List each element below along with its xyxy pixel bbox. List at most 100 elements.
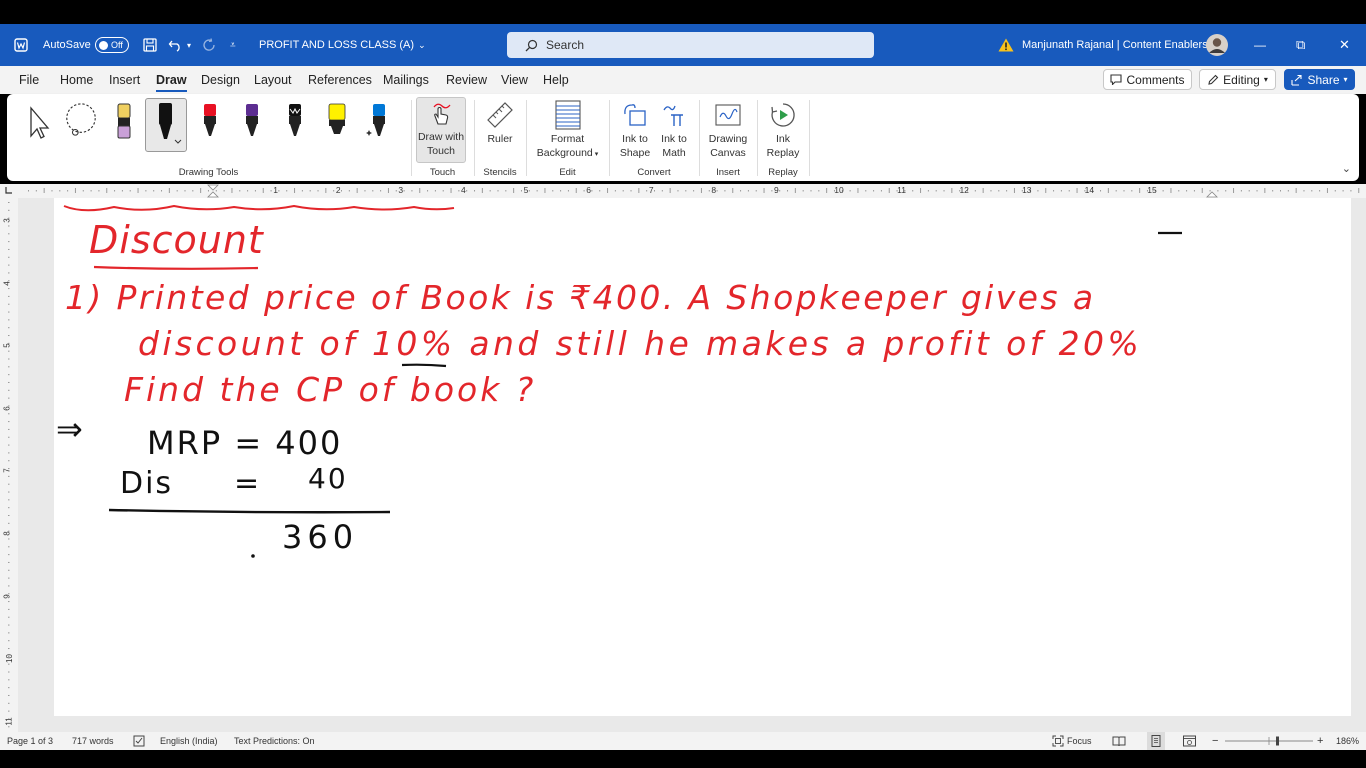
proofing-icon[interactable] <box>133 732 145 750</box>
ribbon-separator <box>809 100 810 176</box>
tab-references[interactable]: References <box>308 66 372 94</box>
edit-group: Format Background ▾ Edit <box>527 94 608 181</box>
tab-insert[interactable]: Insert <box>109 66 140 94</box>
ink-to-math-button[interactable]: Ink to Math <box>655 98 693 160</box>
cut-off-ink-stroke <box>63 204 455 212</box>
replay-group: Ink Replay Replay <box>758 94 808 181</box>
word-count[interactable]: 717 words <box>72 732 114 750</box>
format-background-button[interactable]: Format Background ▾ <box>527 98 608 162</box>
ink-to-math-line2: Math <box>662 147 686 159</box>
ink-replay-line1: Ink <box>775 133 790 145</box>
read-mode-icon[interactable] <box>1112 732 1126 750</box>
tab-home[interactable]: Home <box>60 66 93 94</box>
pen-galaxy-black[interactable] <box>277 100 313 148</box>
ruler-button[interactable]: Ruler <box>475 98 525 146</box>
heading-underline <box>93 265 259 270</box>
dis-label: Dis <box>120 466 174 501</box>
mrp-line: MRP = 400 <box>147 424 343 462</box>
save-icon[interactable] <box>143 24 157 66</box>
print-layout-icon[interactable] <box>1147 732 1165 750</box>
insert-label: Insert <box>716 167 740 178</box>
format-background-chevron-icon: ▾ <box>592 151 599 158</box>
tab-layout[interactable]: Layout <box>254 66 292 94</box>
zoom-in-button[interactable]: + <box>1317 732 1323 750</box>
web-layout-icon[interactable] <box>1183 732 1196 750</box>
editing-label: Editing <box>1223 72 1260 87</box>
vruler-number: 9 <box>2 593 12 599</box>
word-app-icon[interactable] <box>14 24 28 66</box>
question-line-1: 1) Printed price of Book is ₹400. A Shop… <box>65 278 1096 317</box>
vertical-ruler[interactable]: 3 4 5 6 7 8 9 10 11 <box>0 198 18 732</box>
draw-with-touch-button[interactable]: Draw with Touch <box>416 97 466 163</box>
vruler-number: 8 <box>2 531 12 536</box>
search-box[interactable]: Search <box>507 32 874 58</box>
highlighter-yellow[interactable] <box>319 100 355 148</box>
close-button[interactable]: ✕ <box>1339 24 1350 66</box>
ruler-number: 12 <box>959 185 969 195</box>
editing-mode-button[interactable]: Editing ▾ <box>1199 69 1276 90</box>
ink-to-shape-icon <box>616 98 654 132</box>
edit-label: Edit <box>559 167 576 178</box>
convert-group: Ink to Shape Ink to Math Convert <box>610 94 698 181</box>
pen-red[interactable] <box>192 100 228 148</box>
text-predictions[interactable]: Text Predictions: On <box>234 732 315 750</box>
minimize-button[interactable]: — <box>1254 24 1266 66</box>
customize-toolbar-icon[interactable]: ⩡ <box>230 24 236 66</box>
tab-help[interactable]: Help <box>543 66 569 94</box>
format-background-icon <box>527 98 608 132</box>
restore-button[interactable]: ⧉ <box>1296 24 1305 66</box>
top-black-bar <box>0 0 1366 24</box>
undo-dropdown-icon[interactable]: ▾ <box>187 24 191 66</box>
zoom-level[interactable]: 186% <box>1336 732 1359 750</box>
drawing-canvas-icon <box>700 98 756 132</box>
tab-mailings[interactable]: Mailings <box>383 66 429 94</box>
tab-design[interactable]: Design <box>201 66 240 94</box>
lasso-select-icon[interactable] <box>63 100 99 148</box>
language[interactable]: English (India) <box>160 732 218 750</box>
document-title[interactable]: PROFIT AND LOSS CLASS (A) ⌄ <box>259 24 426 66</box>
eraser-icon[interactable] <box>106 100 142 148</box>
autosave-toggle[interactable]: Off <box>95 24 129 66</box>
ruler-number: 6 <box>586 185 591 195</box>
autosave-label: AutoSave <box>43 39 91 51</box>
pen-purple[interactable] <box>234 100 270 148</box>
share-button[interactable]: Share ▾ <box>1284 69 1355 90</box>
implies-arrow-icon: ⇒ <box>56 410 83 448</box>
question-line-3: Find the CP of book ? <box>124 370 537 409</box>
tab-review[interactable]: Review <box>446 66 487 94</box>
focus-button[interactable]: Focus <box>1052 732 1092 750</box>
zoom-slider[interactable] <box>1225 732 1313 750</box>
stencils-group: Ruler Stencils <box>475 94 525 181</box>
undo-icon[interactable] <box>168 24 184 66</box>
ink-replay-button[interactable]: Ink Replay <box>758 98 808 160</box>
page-count[interactable]: Page 1 of 3 <box>7 732 53 750</box>
user-name[interactable]: Manjunath Rajanal | Content Enablers <box>1022 24 1208 66</box>
tab-draw[interactable]: Draw <box>156 66 187 94</box>
zoom-out-button[interactable]: − <box>1212 732 1218 750</box>
tab-file[interactable]: File <box>19 66 39 94</box>
ruler-number: 14 <box>1084 185 1095 195</box>
select-cursor-icon[interactable] <box>19 100 55 148</box>
stencils-label: Stencils <box>483 167 517 178</box>
replay-label: Replay <box>768 167 798 178</box>
share-label: Share <box>1307 72 1340 87</box>
ruler-icon <box>475 98 525 132</box>
avatar[interactable] <box>1206 24 1228 66</box>
drawing-canvas-line1: Drawing <box>708 133 748 145</box>
ink-to-shape-button[interactable]: Ink to Shape <box>616 98 654 160</box>
comments-button[interactable]: Comments <box>1103 69 1192 90</box>
ruler-number: 5 <box>523 185 529 195</box>
warning-icon[interactable] <box>998 24 1014 66</box>
tab-view[interactable]: View <box>501 66 528 94</box>
document-page[interactable]: Discount 1) Printed price of Book is ₹40… <box>54 198 1351 716</box>
vruler-number: 10 <box>4 654 14 664</box>
autosave-state: Off <box>111 40 123 50</box>
pen-black-selected[interactable] <box>145 98 187 152</box>
vruler-number: 4 <box>2 280 12 286</box>
redo-icon[interactable] <box>202 24 216 66</box>
drawing-canvas-button[interactable]: Drawing Canvas <box>700 98 756 160</box>
pen-blue-sparkle[interactable] <box>361 100 397 148</box>
collapse-ribbon-chevron-icon[interactable]: ⌄ <box>1342 162 1351 175</box>
vruler-number: 3 <box>2 218 12 223</box>
horizontal-ruler[interactable]: 1 2 3 4 5 6 7 8 9 10 11 12 13 14 15 <box>0 184 1366 198</box>
